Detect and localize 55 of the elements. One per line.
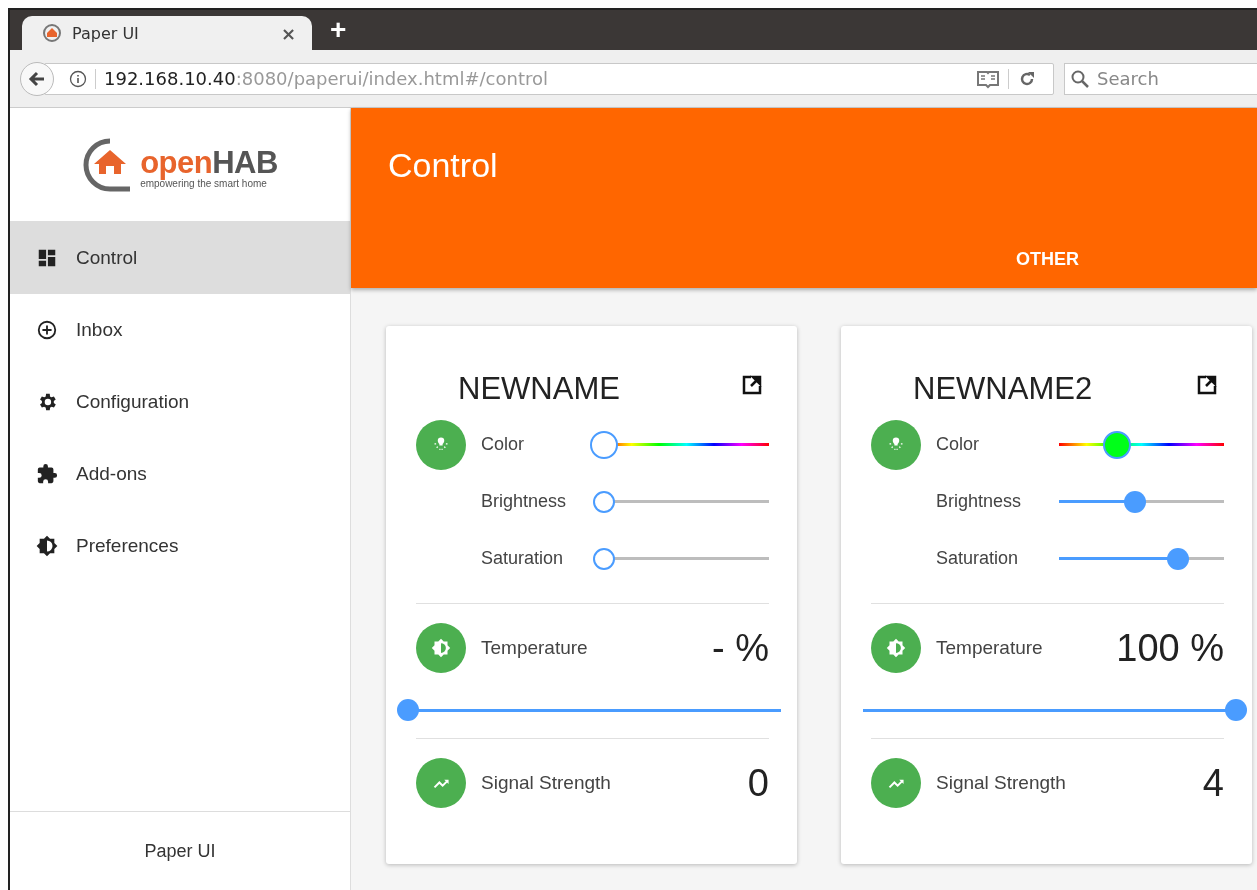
slider-thumb[interactable] [1123, 490, 1146, 513]
footer-text: Paper UI [144, 840, 216, 862]
slider-thumb[interactable] [590, 430, 618, 459]
temperature-value: 100 % [1116, 626, 1224, 670]
control-label: Saturation [481, 548, 565, 569]
slider-thumb[interactable] [593, 547, 615, 570]
control-label: Brightness [936, 491, 1023, 512]
signal-value: 4 [1202, 761, 1224, 805]
back-button[interactable] [20, 61, 54, 96]
card-title: NEWNAME [458, 371, 620, 407]
slider-thumb[interactable] [1225, 699, 1247, 721]
page-title: Control [387, 145, 499, 185]
brightness-icon [871, 623, 921, 673]
dashboard-icon [36, 247, 58, 269]
trending-up-icon [871, 758, 921, 808]
temperature-value: - % [712, 626, 769, 670]
brightness-icon [416, 623, 466, 673]
browser-tab[interactable]: Paper UI × [22, 16, 312, 50]
search-field[interactable]: Search [1064, 62, 1257, 95]
control-label: Temperature [936, 637, 1044, 659]
control-label: Saturation [936, 548, 1020, 569]
control-label: Signal Strength [481, 772, 612, 794]
lightbulb-icon [871, 419, 921, 470]
slider-thumb[interactable] [397, 699, 419, 721]
add-circle-icon [36, 319, 58, 341]
brightness-icon [36, 535, 58, 557]
signal-value: 0 [747, 761, 769, 805]
sidebar-item[interactable]: Add-ons [10, 438, 350, 510]
slider-thumb[interactable] [1166, 547, 1189, 570]
address-bar[interactable]: 192.168.10.40:8080/paperui/index.html#/control [44, 62, 1054, 95]
sidebar-item[interactable]: Inbox [10, 294, 350, 366]
new-tab-button[interactable]: + [330, 16, 347, 44]
control-label: Color [481, 434, 525, 455]
slider-thumb[interactable] [1102, 430, 1131, 459]
house-icon [42, 23, 62, 43]
puzzle-icon [36, 463, 58, 485]
control-label: Temperature [481, 637, 589, 659]
sidebar-item[interactable]: Preferences [10, 510, 350, 582]
control-label: Brightness [481, 491, 568, 512]
sidebar-item[interactable]: Configuration [10, 366, 350, 438]
close-tab-button[interactable]: × [280, 22, 296, 44]
open-external-icon[interactable] [742, 375, 762, 395]
lightbulb-icon [416, 419, 466, 470]
sidebar-item[interactable]: Control [10, 222, 350, 294]
card-title: NEWNAME2 [913, 371, 1093, 407]
open-external-icon[interactable] [1197, 375, 1217, 395]
trending-up-icon [416, 758, 466, 808]
reader-view-icon[interactable] [976, 68, 1000, 89]
logo-wordmark: openHAB [140, 146, 278, 178]
info-icon [69, 69, 87, 88]
url-text: 192.168.10.40:8080/paperui/index.html#/control [104, 68, 549, 89]
search-icon [1070, 68, 1090, 89]
slider-thumb[interactable] [593, 490, 615, 513]
control-label: Signal Strength [936, 772, 1067, 794]
control-label: Color [936, 434, 980, 455]
